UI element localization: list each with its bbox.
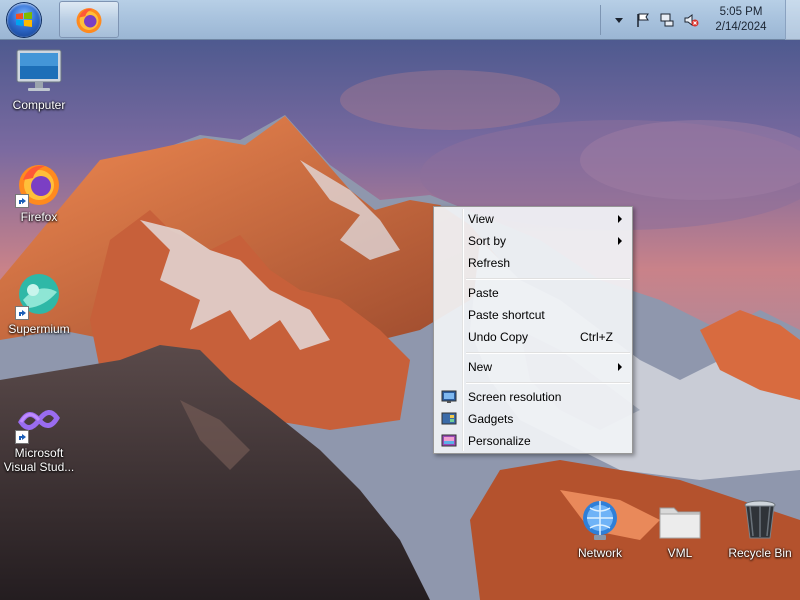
taskbar-clock[interactable]: 5:05 PM 2/14/2024 <box>703 5 779 35</box>
menu-item-label: Refresh <box>468 256 511 270</box>
show-desktop-button[interactable] <box>785 0 800 40</box>
desktop[interactable]: Computer Firefox Supermium Microsoft Vis… <box>0 0 800 600</box>
menu-item-label: Gadgets <box>468 412 514 426</box>
menu-item-label: Sort by <box>468 234 507 248</box>
desktop-icon-label: Recycle Bin <box>728 546 792 560</box>
menu-item-personalize[interactable]: Personalize <box>436 430 630 452</box>
menu-item-view[interactable]: View <box>436 208 630 230</box>
menu-item-refresh[interactable]: Refresh <box>436 252 630 274</box>
menu-item-new[interactable]: New <box>436 356 630 378</box>
menu-item-label: View <box>468 212 494 226</box>
desktop-icon-label: Supermium <box>8 322 70 336</box>
desktop-icon-computer[interactable]: Computer <box>1 48 77 112</box>
visual-studio-icon <box>15 396 63 444</box>
menu-item-label: Screen resolution <box>468 390 562 404</box>
menu-item-paste-shortcut[interactable]: Paste shortcut <box>436 304 630 326</box>
menu-item-label: Personalize <box>468 434 531 448</box>
clock-time: 5:05 PM <box>719 6 763 18</box>
network-tray-button[interactable] <box>659 12 675 28</box>
network-globe-icon <box>576 496 624 544</box>
volume-tray-button[interactable] <box>683 12 699 28</box>
desktop-icon-label: Microsoft Visual Stud... <box>3 446 75 474</box>
firefox-icon <box>15 160 63 208</box>
submenu-arrow-icon <box>618 237 622 245</box>
network-icon <box>660 13 674 27</box>
menu-separator <box>466 382 630 384</box>
desktop-icon-label: Computer <box>12 98 66 112</box>
desktop-icon-label: VML <box>667 546 693 560</box>
menu-item-label: New <box>468 360 493 374</box>
start-button[interactable] <box>4 1 44 39</box>
tray-divider <box>600 5 601 35</box>
menu-separator <box>466 278 630 280</box>
menu-separator <box>466 352 630 354</box>
gadgets-icon <box>441 411 457 427</box>
folder-icon <box>656 496 704 544</box>
desktop-context-menu: View Sort by Refresh Paste Paste shortcu… <box>433 206 633 454</box>
desktop-icon-recycle-bin[interactable]: Recycle Bin <box>722 496 798 560</box>
chevron-up-icon <box>615 18 623 23</box>
submenu-arrow-icon <box>618 363 622 371</box>
desktop-icon-network[interactable]: Network <box>562 496 638 560</box>
taskbar: 5:05 PM 2/14/2024 <box>0 0 800 40</box>
menu-item-label: Undo Copy <box>468 330 529 344</box>
screen-resolution-icon <box>441 389 457 405</box>
desktop-icon-label: Firefox <box>20 210 58 224</box>
menu-item-undo-copy[interactable]: Undo Copy Ctrl+Z <box>436 326 630 348</box>
shortcut-arrow-icon <box>15 306 29 320</box>
clock-date: 2/14/2024 <box>715 21 767 33</box>
flag-icon <box>637 13 649 27</box>
show-hidden-icons-button[interactable] <box>611 12 627 28</box>
menu-item-label: Paste <box>468 286 499 300</box>
submenu-arrow-icon <box>618 215 622 223</box>
menu-item-screen-resolution[interactable]: Screen resolution <box>436 386 630 408</box>
recycle-bin-icon <box>736 496 784 544</box>
windows-logo-icon <box>7 3 41 37</box>
menu-item-paste[interactable]: Paste <box>436 282 630 304</box>
taskbar-firefox-button[interactable] <box>59 1 119 38</box>
desktop-icon-visual-studio[interactable]: Microsoft Visual Stud... <box>1 396 77 474</box>
shortcut-arrow-icon <box>15 194 29 208</box>
action-center-button[interactable] <box>635 12 651 28</box>
menu-item-sort-by[interactable]: Sort by <box>436 230 630 252</box>
menu-item-gadgets[interactable]: Gadgets <box>436 408 630 430</box>
firefox-icon <box>76 7 102 33</box>
desktop-icon-label: Network <box>577 546 622 560</box>
computer-icon <box>15 48 63 96</box>
system-tray: 5:05 PM 2/14/2024 <box>594 0 800 40</box>
volume-muted-icon <box>684 14 699 27</box>
menu-item-label: Paste shortcut <box>468 308 545 322</box>
shortcut-arrow-icon <box>15 430 29 444</box>
desktop-icon-firefox[interactable]: Firefox <box>1 160 77 224</box>
desktop-icon-vml[interactable]: VML <box>642 496 718 560</box>
supermium-icon <box>15 272 63 320</box>
menu-item-shortcut: Ctrl+Z <box>580 330 613 344</box>
desktop-icon-supermium[interactable]: Supermium <box>1 272 77 336</box>
personalize-icon <box>441 433 457 449</box>
